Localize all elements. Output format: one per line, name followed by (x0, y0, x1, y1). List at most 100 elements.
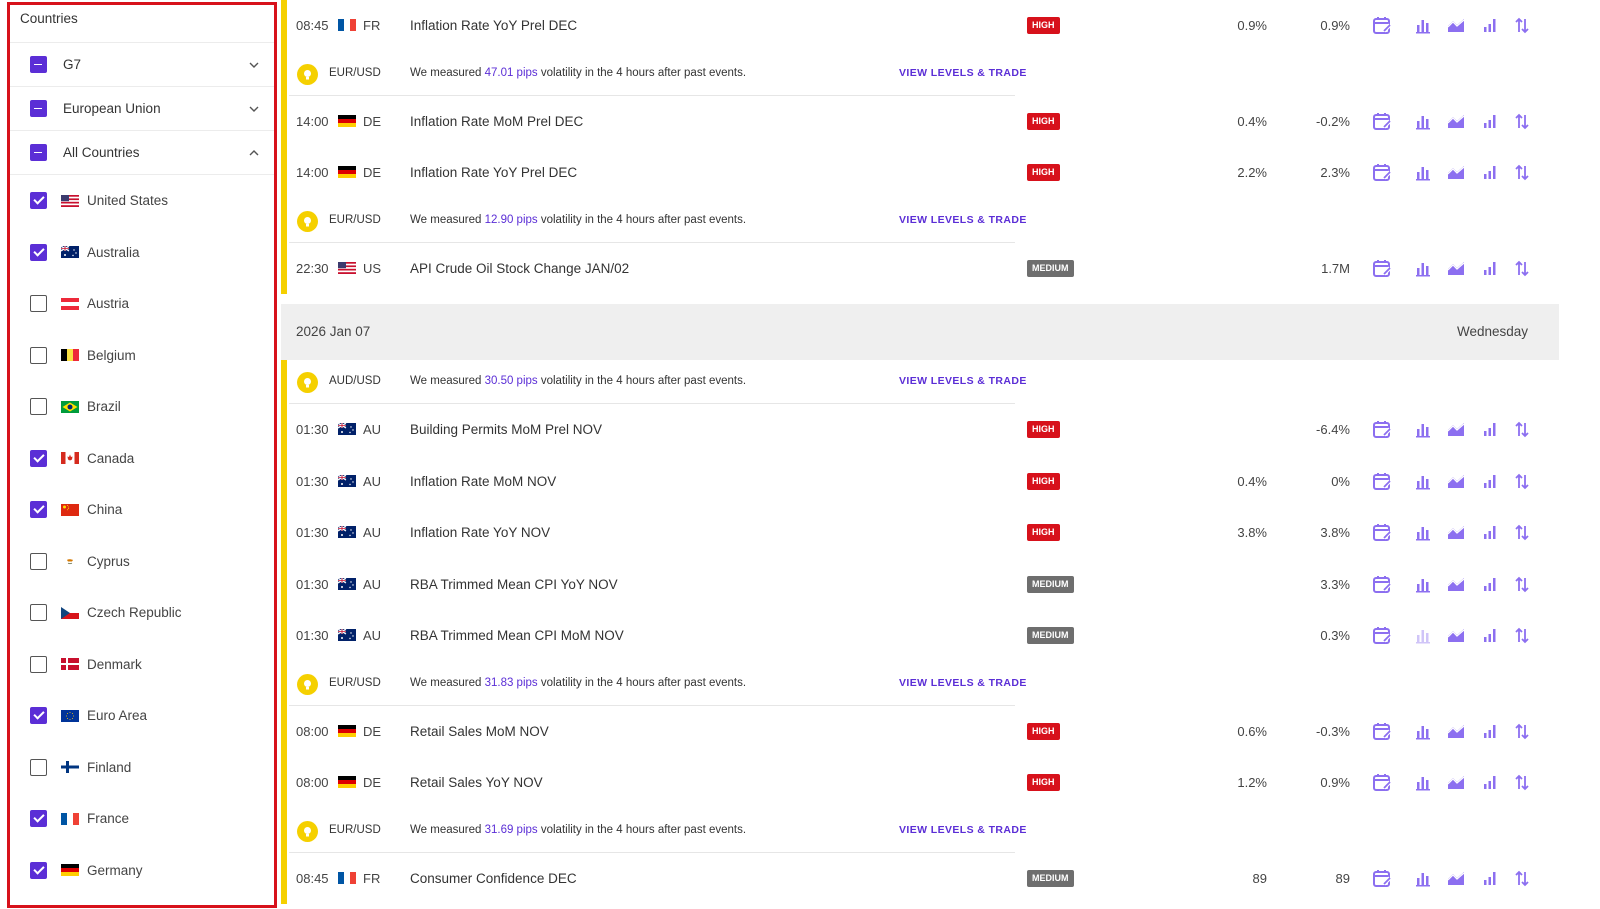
country-checkbox[interactable] (30, 604, 47, 622)
event-name[interactable]: Inflation Rate YoY NOV (410, 525, 550, 540)
view-levels-trade-link[interactable]: VIEW LEVELS & TRADE (899, 824, 1027, 836)
signal-chart-icon[interactable] (1479, 867, 1501, 889)
group-checkbox[interactable] (30, 100, 47, 117)
event-row[interactable]: 01:30 AU RBA Trimmed Mean CPI YoY NOV MEDIU… (281, 558, 1559, 610)
event-name[interactable]: Building Permits MoM Prel NOV (410, 422, 602, 437)
event-row[interactable]: 08:45 FR Inflation Rate YoY Prel DEC HIGH 0.… (281, 0, 1559, 52)
event-name[interactable]: API Crude Oil Stock Change JAN/02 (410, 261, 629, 276)
calendar-edit-icon[interactable] (1371, 521, 1393, 543)
calendar-edit-icon[interactable] (1371, 257, 1393, 279)
signal-chart-icon[interactable] (1479, 257, 1501, 279)
calendar-edit-icon[interactable] (1371, 470, 1393, 492)
country-checkbox[interactable] (30, 861, 47, 879)
country-checkbox[interactable] (30, 346, 47, 364)
country-checkbox[interactable] (30, 552, 47, 570)
bar-chart-icon[interactable] (1412, 418, 1434, 440)
bar-chart-icon[interactable] (1412, 470, 1434, 492)
signal-chart-icon[interactable] (1479, 418, 1501, 440)
sort-arrows-icon[interactable] (1511, 110, 1533, 132)
country-item-cyprus[interactable]: Cyprus (10, 536, 274, 588)
area-chart-icon[interactable] (1445, 161, 1467, 183)
country-checkbox[interactable] (30, 295, 47, 313)
country-item-canada[interactable]: Canada (10, 433, 274, 485)
signal-chart-icon[interactable] (1479, 470, 1501, 492)
bar-chart-icon[interactable] (1412, 771, 1434, 793)
event-row[interactable]: 22:30 US API Crude Oil Stock Change JAN/02… (281, 242, 1559, 294)
country-checkbox[interactable] (30, 501, 47, 519)
bar-chart-icon[interactable] (1412, 867, 1434, 889)
area-chart-icon[interactable] (1445, 418, 1467, 440)
signal-chart-icon[interactable] (1479, 573, 1501, 595)
calendar-edit-icon[interactable] (1371, 867, 1393, 889)
country-checkbox[interactable] (30, 398, 47, 416)
sort-arrows-icon[interactable] (1511, 867, 1533, 889)
country-checkbox[interactable] (30, 707, 47, 725)
country-checkbox[interactable] (30, 655, 47, 673)
country-item-finland[interactable]: Finland (10, 742, 274, 794)
chevron-down-icon[interactable] (248, 58, 260, 70)
event-row[interactable]: 01:30 AU Building Permits MoM Prel NOV HIGH… (281, 404, 1559, 456)
calendar-edit-icon[interactable] (1371, 573, 1393, 595)
group-checkbox[interactable] (30, 56, 47, 73)
area-chart-icon[interactable] (1445, 624, 1467, 646)
event-row[interactable]: 14:00 DE Inflation Rate YoY Prel DEC HIGH 2.… (281, 147, 1559, 199)
bar-chart-icon[interactable] (1412, 14, 1434, 36)
sort-arrows-icon[interactable] (1511, 257, 1533, 279)
area-chart-icon[interactable] (1445, 720, 1467, 742)
signal-chart-icon[interactable] (1479, 14, 1501, 36)
event-row[interactable]: 01:30 AU Inflation Rate MoM NOV HIGH 0.4% 0% (281, 455, 1559, 507)
sort-arrows-icon[interactable] (1511, 771, 1533, 793)
signal-chart-icon[interactable] (1479, 521, 1501, 543)
calendar-edit-icon[interactable] (1371, 110, 1393, 132)
view-levels-trade-link[interactable]: VIEW LEVELS & TRADE (899, 677, 1027, 689)
calendar-edit-icon[interactable] (1371, 161, 1393, 183)
bar-chart-icon[interactable] (1412, 161, 1434, 183)
sort-arrows-icon[interactable] (1511, 521, 1533, 543)
event-name[interactable]: Inflation Rate YoY Prel DEC (410, 18, 577, 33)
event-name[interactable]: Inflation Rate MoM Prel DEC (410, 114, 583, 129)
area-chart-icon[interactable] (1445, 573, 1467, 595)
area-chart-icon[interactable] (1445, 110, 1467, 132)
event-row[interactable]: 01:30 AU Inflation Rate YoY NOV HIGH 3.8% 3.8… (281, 507, 1559, 559)
sort-arrows-icon[interactable] (1511, 573, 1533, 595)
event-name[interactable]: RBA Trimmed Mean CPI YoY NOV (410, 577, 618, 592)
view-levels-trade-link[interactable]: VIEW LEVELS & TRADE (899, 67, 1027, 79)
group-all-countries[interactable]: All Countries (10, 131, 274, 175)
country-item-australia[interactable]: Australia (10, 227, 274, 279)
group-european-union[interactable]: European Union (10, 87, 274, 131)
bar-chart-icon[interactable] (1412, 521, 1434, 543)
event-row[interactable]: 08:00 DE Retail Sales MoM NOV HIGH 0.6% -0.3% (281, 705, 1559, 757)
sort-arrows-icon[interactable] (1511, 161, 1533, 183)
country-item-brazil[interactable]: Brazil (10, 381, 274, 433)
country-checkbox[interactable] (30, 243, 47, 261)
event-row[interactable]: 01:30 AU RBA Trimmed Mean CPI MoM NOV MEDIU… (281, 610, 1559, 662)
event-row[interactable]: 14:00 DE Inflation Rate MoM Prel DEC HIGH 0.… (281, 95, 1559, 147)
area-chart-icon[interactable] (1445, 470, 1467, 492)
country-item-belgium[interactable]: Belgium (10, 330, 274, 382)
calendar-edit-icon[interactable] (1371, 418, 1393, 440)
group-g7[interactable]: G7 (10, 43, 274, 87)
country-item-germany[interactable]: Germany (10, 845, 274, 897)
sort-arrows-icon[interactable] (1511, 418, 1533, 440)
event-row[interactable]: 08:45 FR Consumer Confidence DEC MEDIUM 89 89 (281, 852, 1559, 904)
event-name[interactable]: Inflation Rate YoY Prel DEC (410, 165, 577, 180)
area-chart-icon[interactable] (1445, 771, 1467, 793)
calendar-edit-icon[interactable] (1371, 624, 1393, 646)
event-row[interactable]: 08:00 DE Retail Sales YoY NOV HIGH 1.2% 0.9% (281, 757, 1559, 809)
event-name[interactable]: Retail Sales MoM NOV (410, 724, 549, 739)
bar-chart-icon[interactable] (1412, 624, 1434, 646)
event-name[interactable]: RBA Trimmed Mean CPI MoM NOV (410, 628, 624, 643)
group-checkbox[interactable] (30, 144, 47, 161)
country-checkbox[interactable] (30, 192, 47, 210)
signal-chart-icon[interactable] (1479, 161, 1501, 183)
chevron-up-icon[interactable] (248, 146, 260, 158)
area-chart-icon[interactable] (1445, 867, 1467, 889)
calendar-edit-icon[interactable] (1371, 720, 1393, 742)
country-item-czech-republic[interactable]: Czech Republic (10, 587, 274, 639)
event-name[interactable]: Inflation Rate MoM NOV (410, 474, 556, 489)
country-item-france[interactable]: France (10, 793, 274, 845)
country-item-euro-area[interactable]: Euro Area (10, 690, 274, 742)
country-item-denmark[interactable]: Denmark (10, 639, 274, 691)
bar-chart-icon[interactable] (1412, 257, 1434, 279)
country-checkbox[interactable] (30, 758, 47, 776)
